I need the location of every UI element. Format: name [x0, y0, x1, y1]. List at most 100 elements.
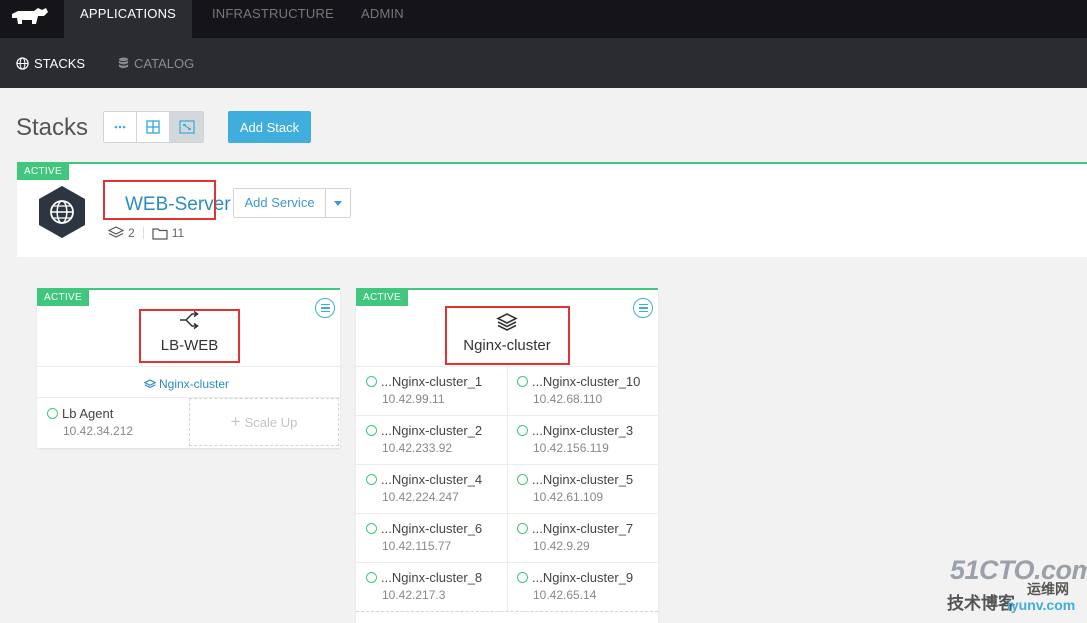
tab-applications[interactable]: APPLICATIONS	[64, 0, 192, 38]
status-circle-icon	[366, 376, 377, 387]
layers-icon	[144, 378, 156, 388]
instance-ip: 10.42.61.109	[533, 490, 604, 504]
nginx-instance[interactable]: ...Nginx-cluster_8 10.42.217.3	[366, 570, 482, 602]
instance-ip: 10.42.68.110	[533, 392, 603, 406]
nginx-instance[interactable]: ...Nginx-cluster_3 10.42.156.119	[517, 423, 633, 455]
service-count: 2	[128, 226, 135, 240]
globe-icon	[16, 57, 29, 70]
plus-icon: +	[230, 412, 241, 431]
graph-view-icon	[178, 120, 195, 134]
container-count: 11	[171, 226, 185, 240]
add-service-button[interactable]: Add Service	[234, 189, 326, 217]
nginx-status-badge: ACTIVE	[356, 290, 408, 306]
nginx-row-divider	[356, 464, 658, 465]
nginx-service-name[interactable]: Nginx-cluster	[452, 337, 562, 354]
watermark-tag: 运维网	[1027, 581, 1069, 597]
nginx-row-divider	[356, 562, 658, 563]
lb-agent-instance[interactable]: Lb Agent 10.42.34.212	[47, 406, 133, 438]
nginx-instance[interactable]: ...Nginx-cluster_5 10.42.61.109	[517, 472, 633, 504]
instance-name: ...Nginx-cluster_2	[381, 423, 483, 438]
stack-meta: 2 11	[108, 226, 184, 240]
watermark-url: iyunv.com	[1007, 597, 1076, 613]
lb-linked-service-label: Nginx-cluster	[159, 377, 230, 391]
database-icon	[118, 57, 129, 69]
status-circle-icon	[47, 408, 58, 419]
add-stack-button[interactable]: Add Stack	[228, 111, 311, 143]
nginx-instance[interactable]: ...Nginx-cluster_7 10.42.9.29	[517, 521, 633, 553]
caret-down-icon	[334, 200, 342, 206]
watermark-sub: 技术博客	[947, 594, 1015, 613]
tab-admin[interactable]: ADMIN	[361, 0, 404, 38]
stack-status-badge: ACTIVE	[17, 164, 69, 180]
grid-view-icon	[146, 120, 160, 134]
layers-icon	[496, 313, 518, 331]
status-circle-icon	[366, 425, 377, 436]
nginx-instance[interactable]: ...Nginx-cluster_2 10.42.233.92	[366, 423, 482, 455]
list-view-icon	[114, 125, 126, 129]
graph-view-button[interactable]	[170, 112, 203, 142]
status-circle-icon	[517, 425, 528, 436]
nginx-instance[interactable]: ...Nginx-cluster_9 10.42.65.14	[517, 570, 633, 602]
instance-name: ...Nginx-cluster_3	[532, 423, 634, 438]
instance-name: ...Nginx-cluster_7	[532, 521, 634, 536]
subnav-stacks[interactable]: STACKS	[16, 56, 85, 71]
instance-ip: 10.42.217.3	[382, 588, 446, 602]
status-circle-icon	[517, 572, 528, 583]
status-circle-icon	[517, 523, 528, 534]
service-card-nginx-cluster: ACTIVE Nginx-cluster ...Nginx-cluster_1 …	[356, 288, 658, 623]
lb-menu-button[interactable]	[315, 298, 335, 318]
scale-up-label: Scale Up	[244, 414, 298, 430]
status-circle-icon	[366, 474, 377, 485]
nginx-menu-button[interactable]	[633, 298, 653, 318]
list-view-button[interactable]	[104, 112, 137, 142]
add-service-dropdown: Add Service	[233, 188, 351, 218]
nginx-instance[interactable]: ...Nginx-cluster_4 10.42.224.247	[366, 472, 482, 504]
watermark: 51CTO.com 运维网 技术博客 iyunv.com	[945, 555, 1087, 621]
rancher-logo-icon[interactable]	[8, 6, 52, 30]
tab-infrastructure[interactable]: INFRASTRUCTURE	[212, 0, 334, 38]
instance-name: ...Nginx-cluster_10	[532, 374, 641, 389]
instance-ip: 10.42.115.77	[382, 539, 452, 553]
lb-service-name[interactable]: LB-WEB	[142, 337, 237, 354]
instance-name: ...Nginx-cluster_4	[381, 472, 483, 487]
instance-name: ...Nginx-cluster_6	[381, 521, 483, 536]
stack-name-link[interactable]: WEB-Server	[125, 194, 231, 216]
menu-icon	[320, 303, 330, 306]
nginx-row-divider	[356, 513, 658, 514]
instance-ip: 10.42.156.119	[533, 441, 609, 455]
nginx-row-divider	[356, 415, 658, 416]
nginx-instance[interactable]: ...Nginx-cluster_10 10.42.68.110	[517, 374, 640, 406]
instance-ip: 10.42.99.11	[382, 392, 445, 406]
lb-status-badge: ACTIVE	[37, 290, 89, 306]
scale-up-button[interactable]: + Scale Up	[189, 398, 339, 446]
instance-ip: 10.42.233.92	[382, 441, 453, 455]
stack-panel: ACTIVE WEB-Server 2 11 Add Service	[17, 162, 1087, 257]
globe-icon	[39, 186, 85, 238]
load-balancer-icon	[180, 310, 199, 330]
status-circle-icon	[366, 523, 377, 534]
nginx-instance[interactable]: ...Nginx-cluster_1 10.42.99.11	[366, 374, 482, 406]
grid-view-button[interactable]	[137, 112, 170, 142]
lb-divider	[37, 366, 340, 367]
instance-name: ...Nginx-cluster_5	[532, 472, 634, 487]
add-service-caret[interactable]	[326, 189, 350, 217]
meta-divider	[142, 227, 144, 239]
top-nav: APPLICATIONS INFRASTRUCTURE ADMIN	[0, 0, 1087, 38]
subnav-catalog-label: CATALOG	[134, 56, 195, 71]
instance-ip: 10.42.9.29	[533, 539, 590, 553]
service-card-lb-web: ACTIVE LB-WEB Nginx-cluster Lb Agent 10.…	[37, 288, 340, 448]
lb-linked-service[interactable]: Nginx-cluster	[144, 377, 229, 391]
nginx-instance[interactable]: ...Nginx-cluster_6 10.42.115.77	[366, 521, 482, 553]
instance-name: ...Nginx-cluster_8	[381, 570, 483, 585]
subnav-catalog[interactable]: CATALOG	[118, 56, 194, 71]
instance-name: ...Nginx-cluster_1	[381, 374, 483, 389]
status-circle-icon	[517, 376, 528, 387]
instance-name: ...Nginx-cluster_9	[532, 570, 634, 585]
subnav-stacks-label: STACKS	[34, 56, 86, 71]
view-mode-group	[103, 111, 204, 143]
lb-agent-name: Lb Agent	[62, 406, 114, 421]
status-circle-icon	[366, 572, 377, 583]
menu-icon	[638, 303, 648, 306]
nginx-row-divider	[356, 611, 658, 612]
instance-ip: 10.42.65.14	[533, 588, 597, 602]
